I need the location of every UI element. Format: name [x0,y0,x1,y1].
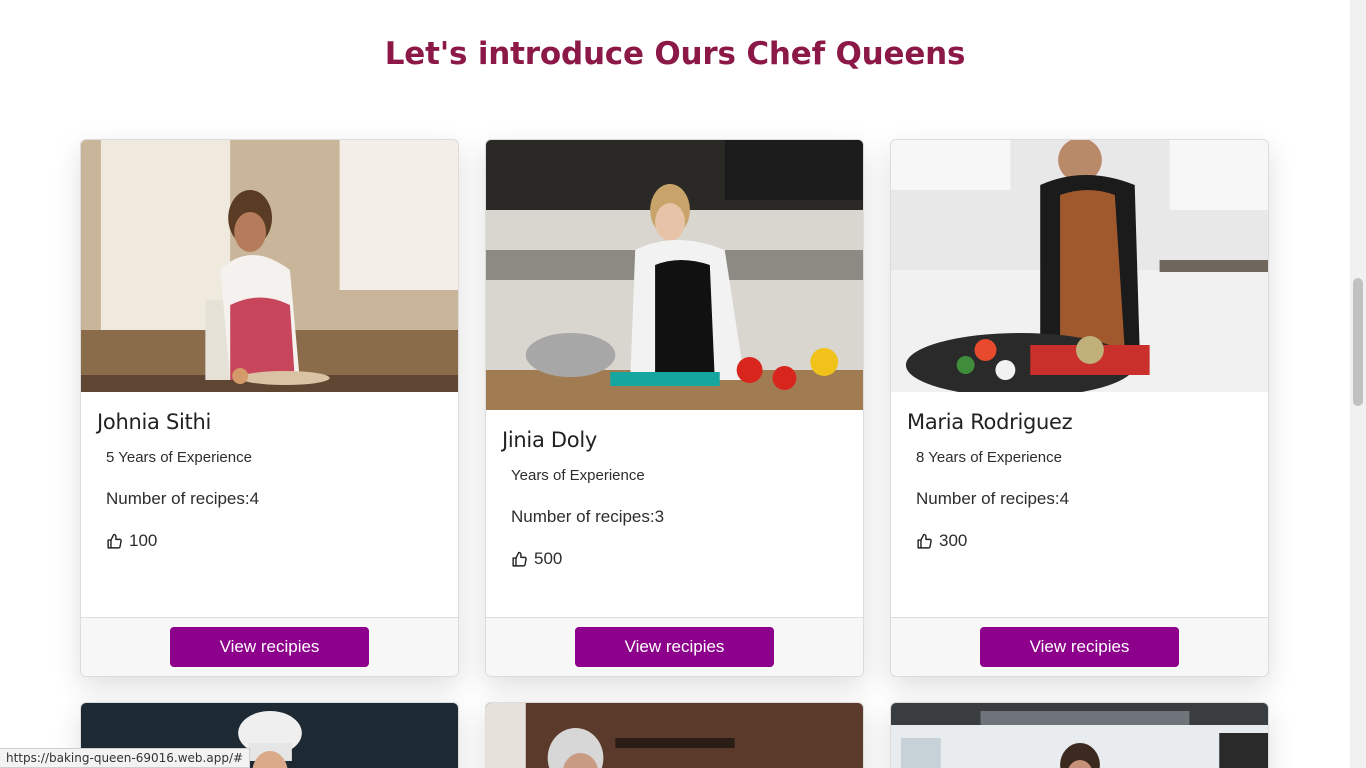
view-recipes-button[interactable]: View recipies [980,627,1179,667]
vertical-scrollbar[interactable] [1350,0,1366,768]
thumbs-up-icon [107,533,122,549]
chef-name: Johnia Sithi [97,410,211,434]
chef-card [485,702,864,768]
chef-recipes-count: Number of recipes:4 [916,489,1070,508]
chef-card [890,702,1269,768]
chef-recipes-count: Number of recipes:4 [106,489,260,508]
view-recipes-button[interactable]: View recipies [575,627,774,667]
section-title: Let's introduce Ours Chef Queens [384,36,966,72]
chef-photo [486,703,863,768]
chef-experience: Years of Experience [511,467,645,484]
likes-count: 500 [534,549,563,568]
chef-recipes-count: Number of recipes:3 [511,507,665,526]
chef-photo [891,703,1268,768]
chef-experience: 5 Years of Experience [106,449,252,466]
thumbs-up-icon [512,551,527,567]
chef-experience: 8 Years of Experience [916,449,1062,466]
chef-likes: 500 [511,549,562,569]
view-recipes-button[interactable]: View recipies [170,627,369,667]
chef-likes: 100 [106,531,157,551]
chef-card: Johnia Sithi 5 Years of Experience Numbe… [80,139,459,677]
chef-photo [81,140,458,392]
card-footer: View recipies [891,617,1268,676]
chef-card: Jinia Doly Years of Experience Number of… [485,139,864,677]
page: Let's introduce Ours Chef Queens Johnia … [0,0,1350,768]
chef-card: Maria Rodriguez 8 Years of Experience Nu… [890,139,1269,677]
chef-photo [486,140,863,410]
thumbs-up-icon [917,533,932,549]
chef-name: Jinia Doly [502,428,597,452]
likes-count: 100 [129,531,158,550]
chef-name: Maria Rodriguez [907,410,1073,434]
status-bar-url: https://baking-queen-69016.web.app/# [0,748,251,768]
card-footer: View recipies [486,617,863,676]
chef-likes: 300 [916,531,967,551]
scrollbar-thumb[interactable] [1353,278,1363,406]
card-footer: View recipies [81,617,458,676]
chef-photo [891,140,1268,392]
likes-count: 300 [939,531,968,550]
